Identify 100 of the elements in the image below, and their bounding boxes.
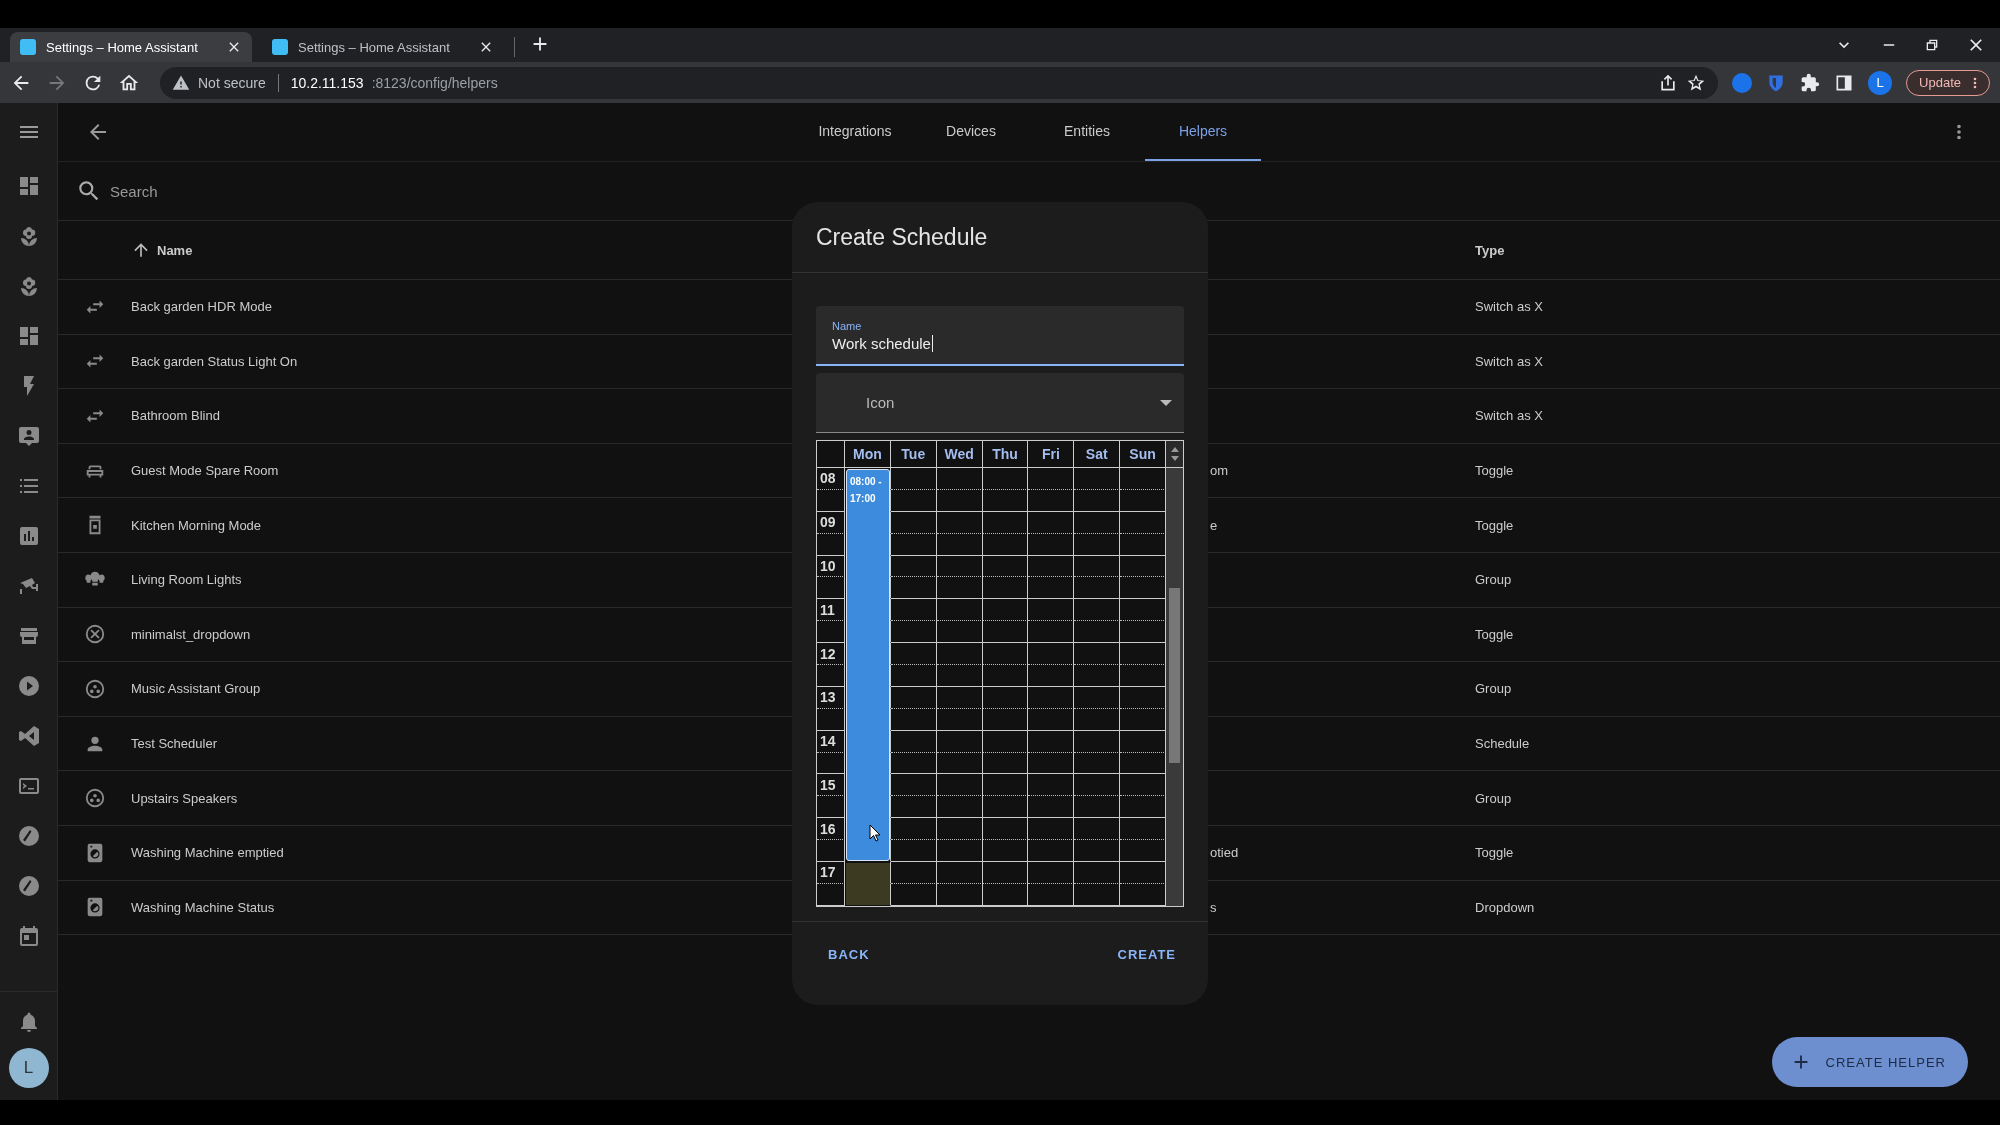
time-slot[interactable] — [1074, 468, 1121, 490]
time-slot[interactable] — [982, 643, 1029, 665]
time-slot[interactable] — [1028, 511, 1075, 534]
update-button[interactable]: Update — [1906, 69, 1990, 96]
code-icon[interactable] — [16, 724, 41, 748]
time-slot[interactable] — [890, 665, 937, 687]
compass-icon[interactable] — [16, 824, 41, 848]
time-slot[interactable] — [982, 796, 1029, 819]
time-slot[interactable] — [1028, 796, 1075, 819]
time-slot[interactable] — [1120, 796, 1166, 819]
profile-avatar[interactable]: L — [1868, 70, 1893, 95]
browser-tab[interactable]: Settings – Home Assistant — [10, 32, 252, 62]
time-slot[interactable] — [1074, 599, 1121, 622]
compass-icon[interactable] — [16, 874, 41, 898]
time-slot[interactable] — [1028, 708, 1075, 731]
time-slot[interactable] — [936, 818, 983, 841]
badge-icon[interactable] — [16, 424, 41, 448]
name-field[interactable]: Name Work schedule — [816, 306, 1184, 366]
time-slot[interactable] — [890, 643, 937, 665]
time-slot[interactable] — [1120, 840, 1166, 863]
time-slot[interactable] — [1028, 883, 1075, 906]
time-slot[interactable] — [1120, 489, 1166, 512]
time-slot[interactable] — [1120, 774, 1166, 797]
time-slot[interactable] — [1028, 818, 1075, 841]
time-slot[interactable] — [936, 796, 983, 819]
browser-tab[interactable]: Settings – Home Assistant — [262, 32, 504, 62]
time-slot[interactable] — [1120, 533, 1166, 556]
time-slot[interactable] — [936, 621, 983, 644]
time-slot[interactable] — [1028, 774, 1075, 797]
time-slot[interactable] — [936, 840, 983, 863]
time-slot[interactable] — [982, 774, 1029, 797]
time-slot[interactable] — [1028, 621, 1075, 644]
column-header[interactable]: Type — [1475, 242, 1505, 258]
time-slot[interactable] — [1074, 555, 1121, 578]
time-slot[interactable] — [1074, 643, 1121, 665]
play-icon[interactable] — [16, 674, 41, 698]
time-slot[interactable] — [1074, 621, 1121, 644]
user-avatar[interactable]: L — [8, 1048, 49, 1088]
time-slot[interactable] — [890, 468, 937, 490]
time-slot[interactable] — [1074, 840, 1121, 863]
time-slot[interactable] — [1074, 818, 1121, 841]
time-slot[interactable] — [1120, 686, 1166, 709]
time-slot[interactable] — [890, 774, 937, 797]
search-field[interactable]: Search — [110, 182, 158, 200]
time-slot[interactable] — [1074, 533, 1121, 556]
time-slot[interactable] — [1028, 686, 1075, 709]
schedule-block[interactable]: 08:00 - 17:00 — [846, 469, 890, 862]
extension-icon[interactable] — [1732, 72, 1753, 93]
time-slot[interactable] — [1074, 489, 1121, 512]
time-slot[interactable] — [982, 665, 1029, 687]
time-slot[interactable] — [1120, 468, 1166, 490]
time-slot[interactable] — [1120, 555, 1166, 578]
restore-icon[interactable] — [1924, 37, 1940, 53]
time-slot[interactable] — [1028, 665, 1075, 687]
time-slot[interactable] — [890, 862, 937, 884]
time-slot[interactable] — [1028, 730, 1075, 753]
time-slot[interactable] — [1120, 708, 1166, 731]
time-slot[interactable] — [1120, 599, 1166, 622]
time-slot[interactable] — [936, 599, 983, 622]
time-slot[interactable] — [936, 468, 983, 490]
time-slot[interactable] — [982, 840, 1029, 863]
time-slot[interactable] — [1120, 818, 1166, 841]
time-slot[interactable] — [982, 862, 1029, 884]
address-bar[interactable]: Not secure 10.2.11.153 :8123/config/helpers — [160, 66, 1719, 99]
time-slot[interactable] — [1028, 577, 1075, 600]
time-slot[interactable] — [982, 621, 1029, 644]
scrollbar[interactable] — [1166, 468, 1183, 906]
time-slot[interactable] — [936, 665, 983, 687]
time-slot[interactable] — [890, 577, 937, 600]
time-slot[interactable] — [890, 599, 937, 622]
time-slot[interactable] — [982, 818, 1029, 841]
time-slot[interactable] — [1120, 730, 1166, 753]
dialog-action-button[interactable]: BACK — [820, 939, 878, 970]
time-slot[interactable] — [1074, 730, 1121, 753]
time-slot[interactable] — [1074, 752, 1121, 775]
icon-select[interactable]: Icon — [816, 373, 1184, 433]
time-slot[interactable] — [1074, 577, 1121, 600]
time-slot[interactable] — [1120, 752, 1166, 775]
nav-tab[interactable]: Devices — [913, 103, 1029, 161]
time-slot[interactable] — [890, 796, 937, 819]
time-slot[interactable] — [890, 621, 937, 644]
time-slot[interactable] — [1074, 511, 1121, 534]
time-slot[interactable] — [936, 774, 983, 797]
time-slot[interactable] — [1074, 665, 1121, 687]
time-slot[interactable] — [1120, 511, 1166, 534]
time-slot[interactable] — [982, 577, 1029, 600]
time-slot[interactable] — [890, 818, 937, 841]
time-slot[interactable] — [1120, 665, 1166, 687]
time-slot[interactable] — [1074, 708, 1121, 731]
time-slot[interactable] — [1120, 621, 1166, 644]
column-header[interactable]: Name — [157, 242, 193, 258]
time-slot[interactable] — [890, 840, 937, 863]
time-slot[interactable] — [1074, 686, 1121, 709]
time-slot[interactable] — [1028, 489, 1075, 512]
create-helper-button[interactable]: CREATE HELPER — [1771, 1037, 1968, 1087]
time-slot[interactable] — [1120, 643, 1166, 665]
time-slot[interactable] — [1074, 796, 1121, 819]
time-slot[interactable] — [1074, 883, 1121, 906]
time-slot[interactable] — [1028, 840, 1075, 863]
time-slot[interactable] — [1028, 643, 1075, 665]
